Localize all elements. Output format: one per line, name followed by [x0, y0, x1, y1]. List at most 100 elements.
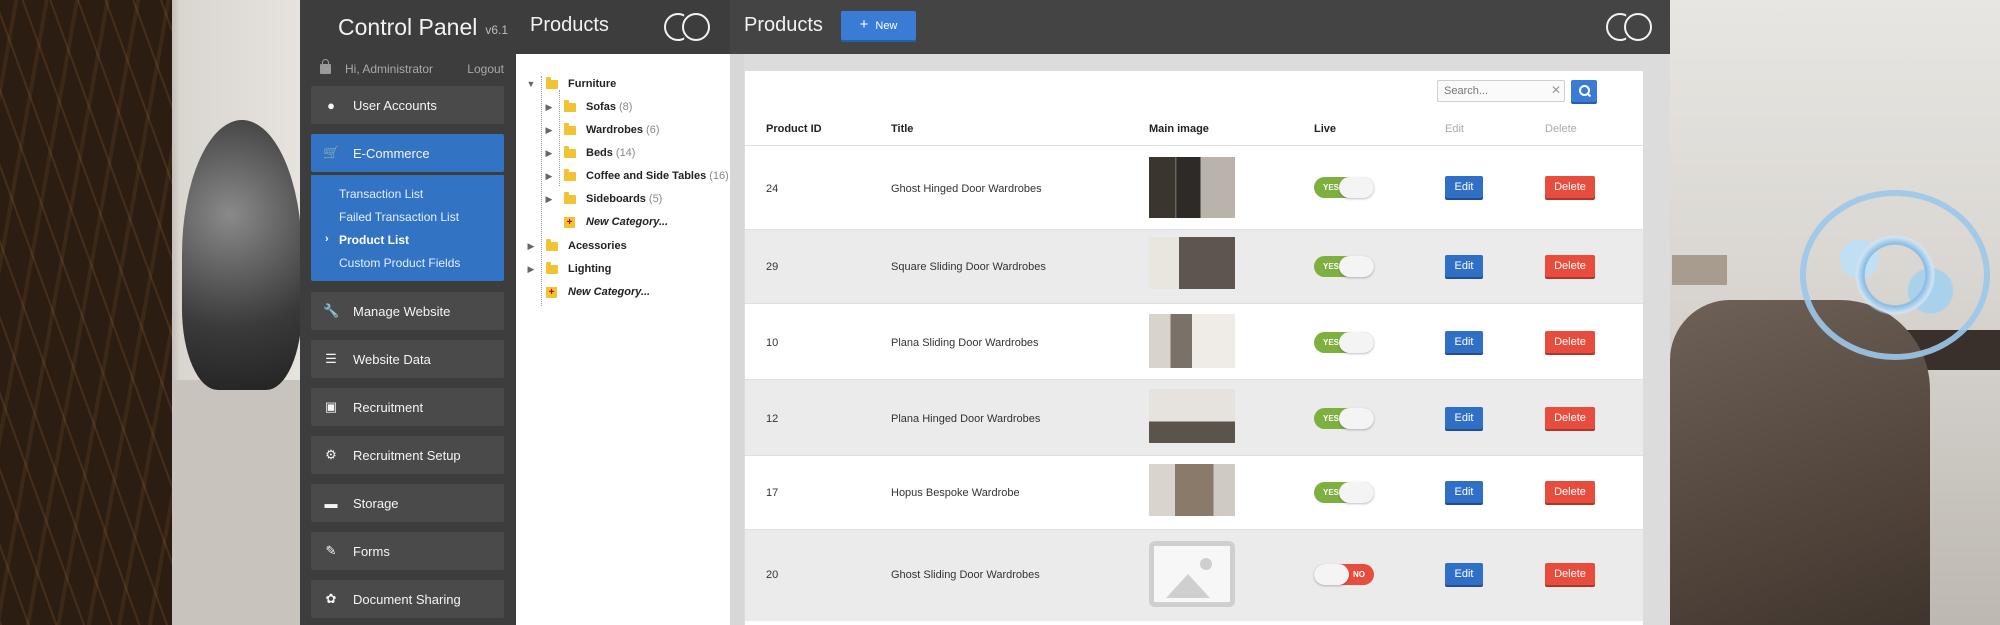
product-image[interactable]: [1149, 157, 1235, 218]
column-header-live[interactable]: Live: [1314, 123, 1336, 135]
sidebar-item-document-sharing[interactable]: ✿ Document Sharing: [311, 580, 504, 618]
folder-icon: [564, 122, 576, 135]
tree-node-label: New Category...: [568, 286, 651, 298]
sidebar-item-label: Website Data: [353, 351, 431, 367]
sidebar-item-recruitment-setup[interactable]: ⚙ Recruitment Setup: [311, 436, 504, 474]
toggle-label: YES: [1323, 414, 1340, 423]
new-product-button[interactable]: + New: [841, 11, 916, 40]
tree-node-sofas[interactable]: ▶ Sofas (8): [544, 99, 632, 115]
caret-right-icon[interactable]: ▶: [544, 102, 554, 113]
edit-button[interactable]: Edit: [1445, 331, 1483, 353]
tree-new-category-root[interactable]: + New Category...: [546, 284, 650, 300]
sidebar-item-user-accounts[interactable]: ● User Accounts: [311, 86, 504, 124]
live-toggle[interactable]: YES: [1314, 256, 1374, 277]
column-header-title[interactable]: Title: [891, 123, 913, 135]
delete-button[interactable]: Delete: [1545, 331, 1595, 353]
submenu-transaction-list[interactable]: Transaction List: [339, 187, 423, 201]
sidebar-item-label: E-Commerce: [353, 145, 430, 161]
new-folder-icon: +: [546, 286, 557, 298]
product-image[interactable]: [1149, 237, 1235, 289]
tree-node-label: Wardrobes: [586, 124, 644, 136]
sidebar-item-manage-website[interactable]: 🔧 Manage Website: [311, 292, 504, 330]
submenu-custom-product-fields[interactable]: Custom Product Fields: [339, 256, 460, 270]
lock-icon: [320, 59, 331, 74]
sidebar-item-recruitment[interactable]: ▣ Recruitment: [311, 388, 504, 426]
live-toggle[interactable]: YES: [1314, 177, 1374, 198]
submenu-product-list[interactable]: › Product List: [325, 233, 409, 247]
caret-right-icon[interactable]: ▶: [544, 148, 554, 159]
delete-button[interactable]: Delete: [1545, 407, 1595, 429]
tree-new-category-child[interactable]: + New Category...: [564, 214, 668, 230]
submenu-failed-transaction-list[interactable]: Failed Transaction List: [339, 210, 459, 224]
tree-node-coffee-and-side-tables[interactable]: ▶ Coffee and Side Tables (16): [544, 168, 729, 184]
tree-node-count: (6): [646, 124, 660, 136]
app-version: v6.1: [485, 23, 509, 37]
tree-node-label: Beds: [586, 147, 613, 159]
panel-divider[interactable]: [730, 54, 744, 625]
sidebar-header: Control Panel v6.1: [300, 0, 516, 54]
caret-right-icon[interactable]: ▶: [526, 264, 536, 275]
sidebar: Control Panel v6.1 Hi, Administrator Log…: [300, 0, 516, 625]
edit-button[interactable]: Edit: [1445, 407, 1483, 429]
column-header-product-id[interactable]: Product ID: [766, 123, 822, 135]
caret-right-icon[interactable]: ▶: [544, 194, 554, 205]
tree-node-acessories[interactable]: ▶ Acessories: [526, 238, 627, 254]
tree-node-lighting[interactable]: ▶ Lighting: [526, 261, 611, 277]
product-id: 12: [766, 413, 779, 425]
product-id: 17: [766, 487, 779, 499]
product-image[interactable]: [1149, 314, 1235, 368]
caret-down-icon[interactable]: ▼: [526, 79, 536, 89]
toggle-knob: [1339, 332, 1374, 353]
sidebar-item-storage[interactable]: ▬ Storage: [311, 484, 504, 522]
delete-button[interactable]: Delete: [1545, 563, 1595, 585]
sidebar-item-e-commerce[interactable]: 🛒 E-Commerce: [311, 134, 504, 172]
folder-icon: [564, 99, 576, 112]
live-toggle[interactable]: YES: [1314, 482, 1374, 503]
logout-link[interactable]: Logout: [467, 62, 504, 76]
user-bar: Hi, Administrator Logout: [300, 54, 516, 84]
product-title: Ghost Hinged Door Wardrobes: [891, 183, 1042, 195]
edit-button[interactable]: Edit: [1445, 481, 1483, 503]
caret-right-icon[interactable]: ▶: [544, 171, 554, 182]
toggle-knob: [1339, 482, 1374, 503]
search-input[interactable]: [1437, 80, 1565, 102]
toggle-label: YES: [1323, 262, 1340, 271]
table-row: 20 Ghost Sliding Door Wardrobes NO Edit …: [745, 529, 1643, 621]
tree-node-wardrobes[interactable]: ▶ Wardrobes (6): [544, 122, 660, 138]
user-greeting: Hi, Administrator: [345, 62, 434, 76]
live-toggle[interactable]: YES: [1314, 408, 1374, 429]
sidebar-item-forms[interactable]: ✎ Forms: [311, 532, 504, 570]
tree-node-label: Furniture: [568, 78, 617, 90]
live-toggle[interactable]: YES: [1314, 332, 1374, 353]
clear-search-icon[interactable]: ✕: [1551, 83, 1561, 97]
tree-node-beds[interactable]: ▶ Beds (14): [544, 145, 635, 161]
edit-button[interactable]: Edit: [1445, 176, 1483, 198]
delete-button[interactable]: Delete: [1545, 481, 1595, 503]
tree-node-count: (5): [648, 193, 663, 205]
image-placeholder-icon[interactable]: [1149, 541, 1235, 607]
tree-title: Products: [530, 14, 609, 36]
edit-button[interactable]: Edit: [1445, 255, 1483, 277]
search-button[interactable]: [1571, 80, 1597, 102]
sidebar-item-website-data[interactable]: ☰ Website Data: [311, 340, 504, 378]
delete-button[interactable]: Delete: [1545, 176, 1595, 198]
caret-right-icon[interactable]: ▶: [526, 241, 536, 252]
tree-node-furniture[interactable]: ▼ Furniture: [526, 76, 616, 92]
product-image[interactable]: [1149, 389, 1235, 443]
sidebar-item-label: Forms: [353, 543, 390, 559]
sidebar-item-label: Document Sharing: [353, 591, 461, 607]
tree-node-sideboards[interactable]: ▶ Sideboards (5): [544, 191, 662, 207]
tree-header: Products: [516, 0, 730, 54]
product-id: 24: [766, 183, 779, 195]
tree-node-label: Lighting: [568, 263, 612, 275]
product-image[interactable]: [1149, 464, 1235, 516]
live-toggle[interactable]: NO: [1314, 564, 1374, 585]
tree-node-count: (8): [618, 101, 633, 113]
delete-button[interactable]: Delete: [1545, 255, 1595, 277]
edit-button[interactable]: Edit: [1445, 563, 1483, 585]
category-tree: ▼ Furniture ▶ Sofas (8) ▶ Wardrobes (6) …: [516, 54, 730, 625]
product-title: Square Sliding Door Wardrobes: [891, 261, 1046, 273]
tree-node-label: Sofas: [586, 101, 616, 113]
sidebar-item-label: Manage Website: [353, 303, 451, 319]
caret-right-icon[interactable]: ▶: [544, 125, 554, 136]
